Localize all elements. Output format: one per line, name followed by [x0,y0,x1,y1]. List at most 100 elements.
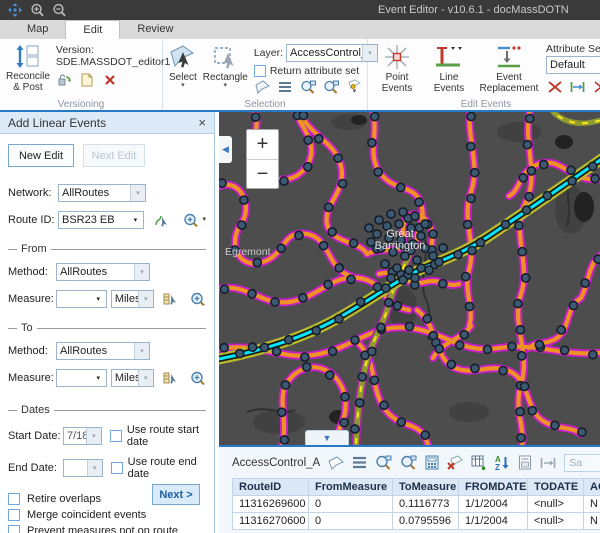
col-header[interactable]: FromMeasure [309,479,393,496]
zoom-in-icon[interactable] [189,291,206,307]
reconcile-post-icon [15,44,41,69]
delete-version-icon[interactable] [102,72,119,88]
collapse-table-icon[interactable]: ▼ [305,430,349,445]
report-icon[interactable] [518,454,532,471]
chevron-down-icon[interactable]: ▾ [87,460,102,476]
pick-route-icon[interactable] [153,212,170,228]
pan-to-selection-icon[interactable] [400,454,417,471]
calculator-icon[interactable] [425,454,439,471]
table-search-input[interactable] [564,454,600,472]
zoom-to-selection-icon[interactable] [300,79,317,95]
event-replacement-icon [495,44,523,70]
pan-icon[interactable] [6,2,24,18]
to-method-select[interactable]: AllRoutes ▾ [56,342,150,360]
merge-coincident-checkbox[interactable] [8,509,20,521]
collapse-panel-icon[interactable]: ◀ [219,136,232,163]
add-to-table-icon[interactable] [471,454,487,471]
next-edit-button[interactable]: Next Edit [83,144,145,167]
zoom-out-button[interactable]: − [247,159,278,188]
line-events-button[interactable]: Line Events [426,42,472,98]
rectangle-button[interactable]: Rectangle ▾ [203,42,248,98]
network-select[interactable]: AllRoutes ▾ [58,184,146,202]
table-tab-label[interactable]: AccessControl_A [232,457,320,469]
attribute-set-label: Attribute Set: [546,43,600,55]
next-button[interactable]: Next > [152,484,200,505]
point-events-button[interactable]: Point Events [374,42,420,98]
clear-selection-icon[interactable] [447,454,463,471]
pick-measure-icon[interactable] [162,291,179,307]
clear-selection-icon[interactable]: ▾ [346,79,363,95]
tab-map[interactable]: Map [10,20,65,39]
table-row[interactable]: 11316269600 0 0.1116773 1/1/2004 <null> … [233,496,600,513]
col-header[interactable]: ToMeasure [393,479,459,496]
layer-label: Layer: [254,47,283,59]
point-events-icon [384,44,410,70]
zoom-in-icon[interactable] [28,2,46,18]
to-measure-label: Measure: [8,372,56,384]
zoom-in-icon [183,213,199,228]
chevron-down-icon[interactable]: ▾ [181,83,185,89]
col-header[interactable]: FROMDATE [459,479,528,496]
retire-overlaps-checkbox[interactable] [8,493,20,505]
from-method-select[interactable]: AllRoutes ▾ [56,263,150,281]
pan-to-selection-icon[interactable] [323,79,340,95]
zoom-to-selection-icon[interactable] [375,454,392,471]
from-measure-label: Measure: [8,293,56,305]
col-header[interactable]: TODATE [528,479,584,496]
merge-coincident-label: Merge coincident events [27,509,146,521]
event-replacement-button[interactable]: Event Replacement [478,42,540,98]
go-to-measure-icon[interactable] [540,454,556,471]
map-canvas[interactable]: Egremont Great Barrington ◀ + − ▼ [219,112,600,445]
chevron-down-icon[interactable]: ▾ [138,291,153,307]
use-route-end-checkbox[interactable] [111,462,123,474]
to-measure-input[interactable]: ▾ [56,369,107,387]
start-date-input[interactable]: 7/18/ ▾ [63,427,102,445]
new-edit-button[interactable]: New Edit [8,144,74,167]
network-label: Network: [8,187,58,199]
select-features-icon[interactable] [254,79,271,95]
chevron-down-icon[interactable]: ▾ [91,291,106,307]
tab-edit[interactable]: Edit [65,20,120,39]
new-version-icon[interactable] [79,72,96,88]
use-route-start-checkbox[interactable] [110,430,122,442]
trim-event-icon[interactable] [569,79,586,95]
select-button[interactable]: Select ▾ [169,42,197,98]
sort-icon[interactable]: AZ [495,454,510,471]
col-header[interactable]: RouteID [233,479,309,496]
zoom-in-button[interactable]: + [247,130,278,159]
prevent-measures-checkbox[interactable] [8,525,20,533]
chevron-down-icon[interactable]: ▾ [134,264,149,280]
map-zoom-control: + − [246,129,279,189]
attribute-list-icon[interactable] [277,79,294,95]
split-event-icon[interactable] [546,79,563,95]
close-icon[interactable]: × [198,115,206,130]
chevron-down-icon[interactable]: ▾ [91,370,106,386]
col-header[interactable]: AC [584,479,600,496]
layer-select[interactable]: AccessControl_A ▾ [286,44,378,62]
pick-measure-icon[interactable] [162,370,179,386]
reconcile-post-button[interactable]: Reconcile & Post [6,42,50,98]
select-features-icon[interactable] [328,454,344,471]
attribute-list-icon[interactable] [352,454,367,471]
from-unit-select[interactable]: Miles ▾ [111,290,154,308]
to-unit-select[interactable]: Miles ▾ [111,369,154,387]
chevron-down-icon[interactable]: ▾ [86,428,101,444]
group-edit-events: Point Events Line Events Event Replaceme… [368,39,600,110]
merge-event-icon[interactable] [592,79,600,95]
end-date-input[interactable]: ▾ [63,459,103,477]
from-measure-input[interactable]: ▾ [56,290,107,308]
zoom-in-icon[interactable] [189,370,206,386]
route-id-select[interactable]: BSR23 EB ▾ [58,211,144,229]
table-row[interactable]: 11316270600 0 0.0795596 1/1/2004 <null> … [233,513,600,530]
route-zoom-button[interactable]: ▾ [183,213,206,228]
chevron-down-icon[interactable]: ▾ [130,185,145,201]
zoom-out-icon[interactable] [50,2,68,18]
chevron-down-icon[interactable]: ▾ [134,343,149,359]
chevron-down-icon[interactable]: ▾ [138,370,153,386]
return-attribute-checkbox[interactable] [254,65,266,77]
refresh-lock-icon[interactable] [56,72,73,88]
attribute-set-select[interactable]: Default [546,56,600,74]
tab-review[interactable]: Review [120,20,190,39]
chevron-down-icon[interactable]: ▾ [224,83,228,89]
chevron-down-icon[interactable]: ▾ [128,212,143,228]
